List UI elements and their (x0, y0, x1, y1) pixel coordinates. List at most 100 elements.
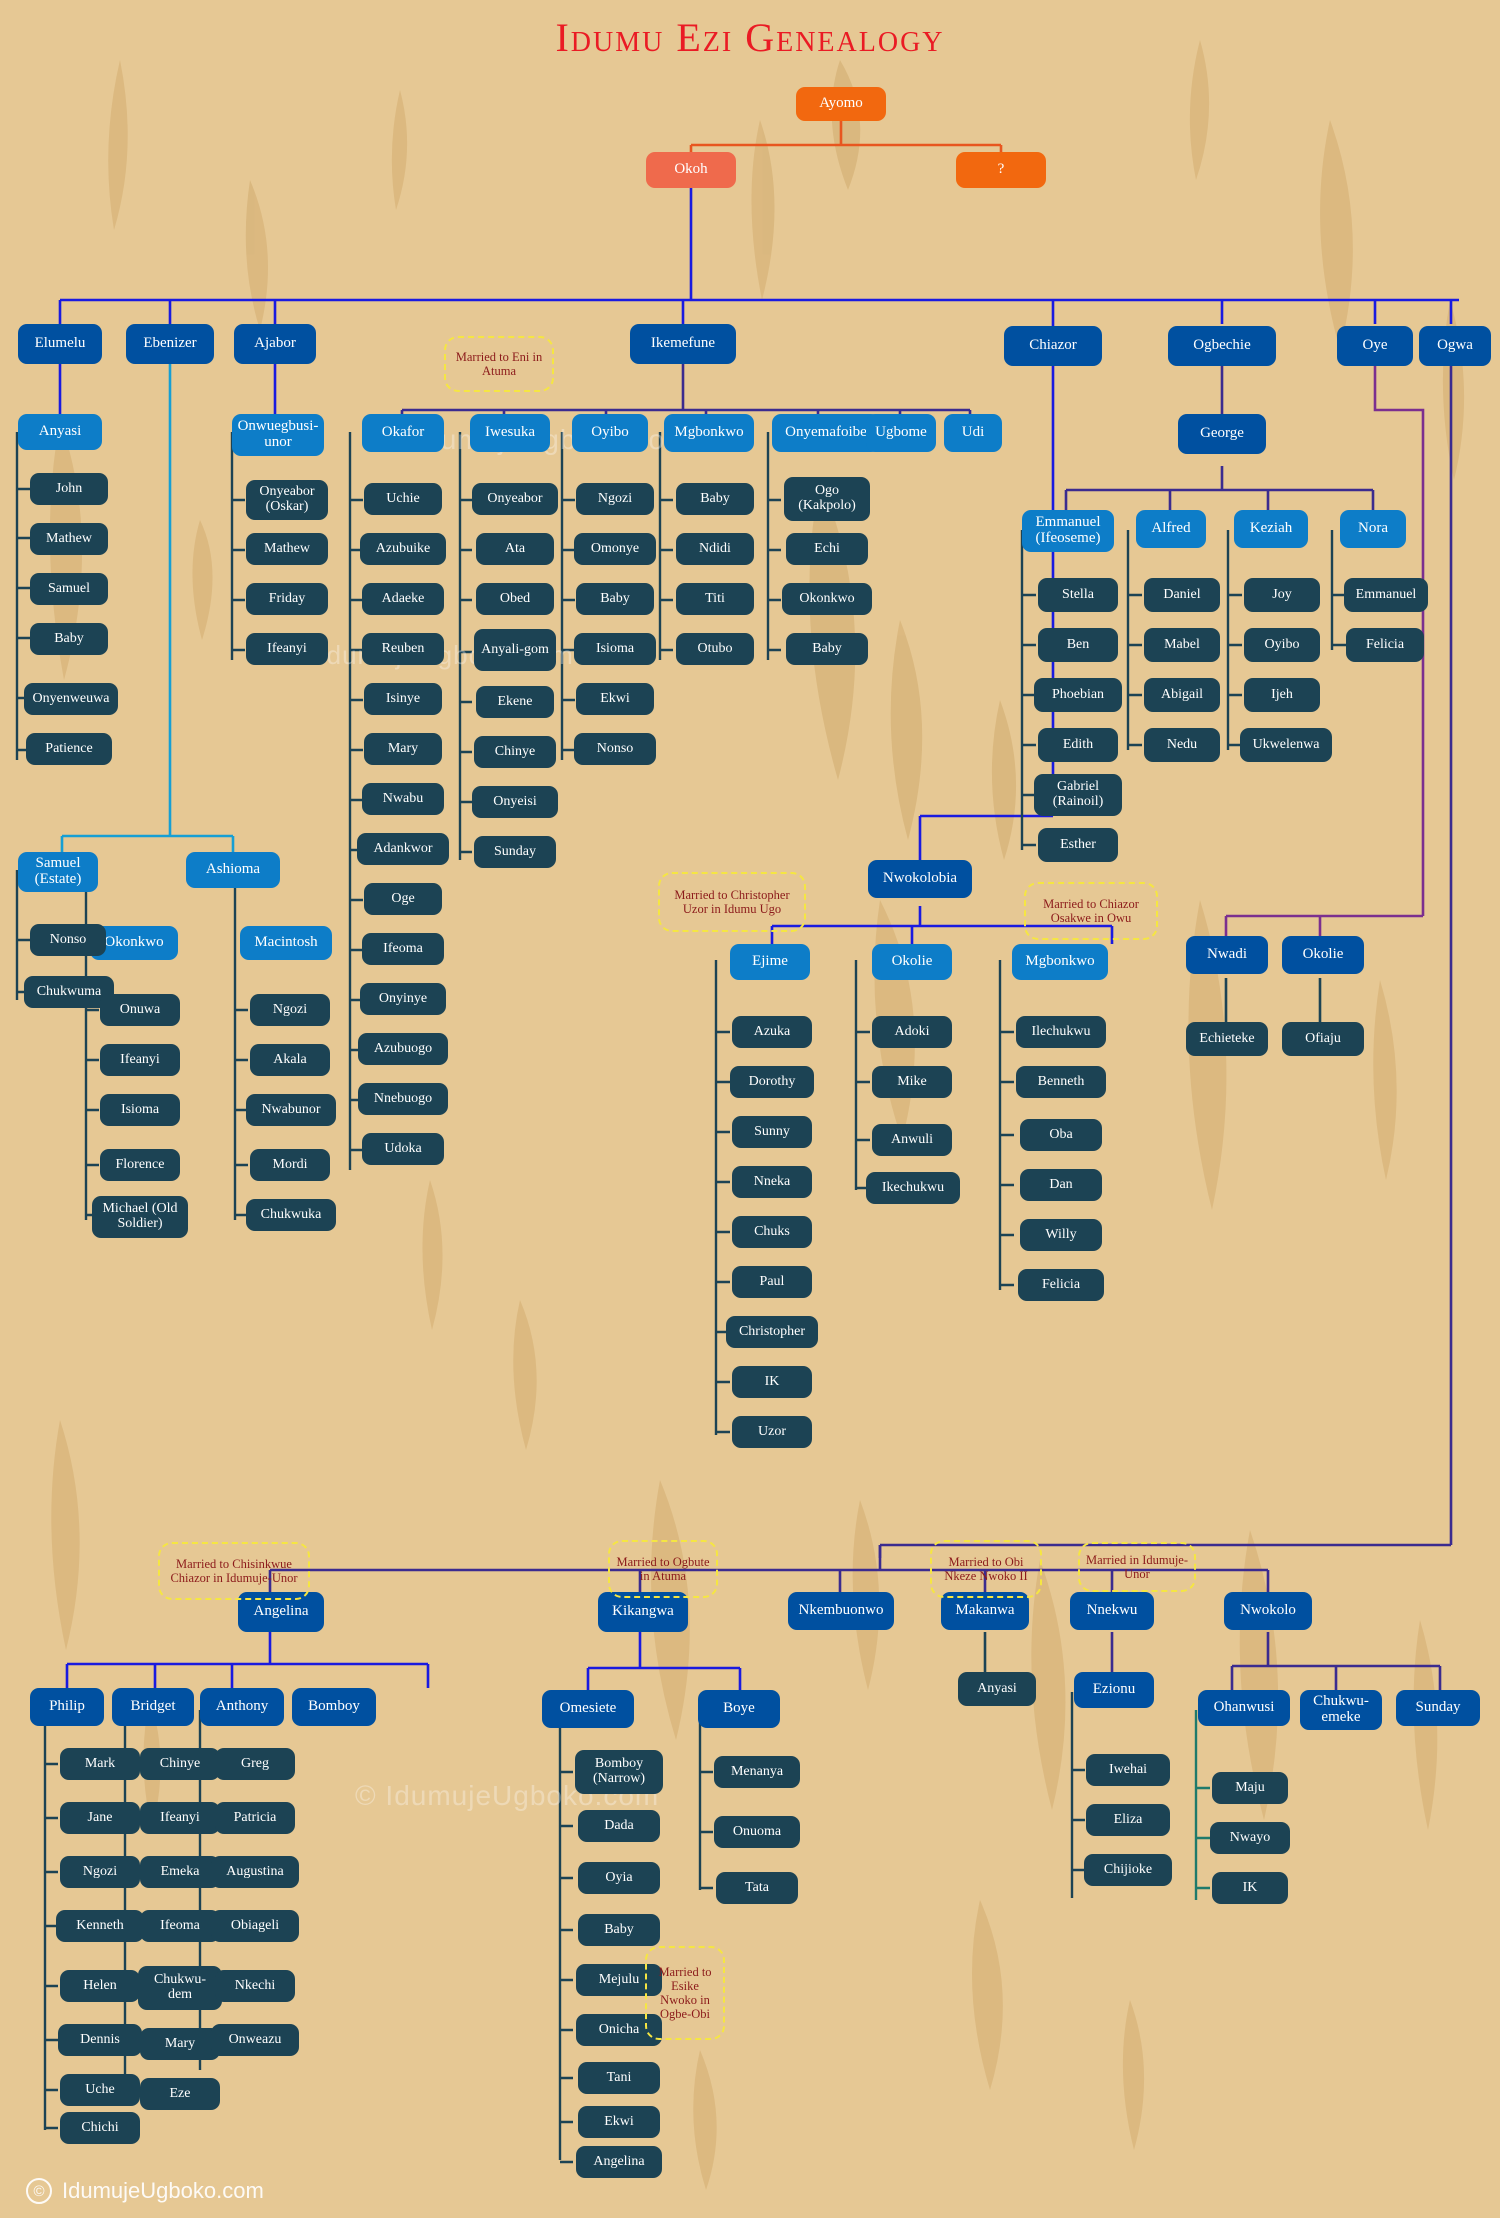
leaf[interactable]: Ifeanyi (246, 633, 328, 665)
leaf[interactable]: Ifeoma (362, 933, 444, 965)
leaf[interactable]: Isioma (100, 1094, 180, 1126)
leaf[interactable]: Felicia (1346, 628, 1424, 662)
leaf[interactable]: Ekwi (576, 683, 654, 715)
leaf[interactable]: Nwayo (1210, 1822, 1290, 1854)
leaf[interactable]: Jane (60, 1802, 140, 1834)
leaf[interactable]: Ijeh (1244, 678, 1320, 712)
leaf[interactable]: Mary (364, 733, 442, 765)
leaf[interactable]: Anwuli (872, 1124, 952, 1156)
leaf[interactable]: Ngozi (250, 994, 330, 1026)
leaf[interactable]: Esther (1038, 828, 1118, 862)
node-ikemefune[interactable]: Ikemefune (630, 324, 736, 364)
node-ayomo[interactable]: Ayomo (796, 87, 886, 121)
leaf[interactable]: Nedu (1144, 728, 1220, 762)
node-ejime[interactable]: Ejime (730, 944, 810, 980)
node-onwuegbusi-unor[interactable]: Onwuegbusi-unor (232, 414, 324, 456)
node-ohanwusi[interactable]: Ohanwusi (1198, 1690, 1290, 1726)
leaf[interactable]: Helen (60, 1970, 140, 2002)
leaf[interactable]: Ndidi (676, 533, 754, 565)
leaf[interactable]: Christopher (726, 1316, 818, 1348)
leaf[interactable]: Ekene (476, 686, 554, 718)
leaf[interactable]: Michael (Old Soldier) (92, 1196, 188, 1238)
node-bridget[interactable]: Bridget (112, 1688, 194, 1726)
leaf[interactable]: Nneka (732, 1166, 812, 1198)
leaf[interactable]: Baby (676, 483, 754, 515)
leaf[interactable]: Nonso (30, 924, 106, 956)
leaf[interactable]: Emmanuel (1344, 578, 1428, 612)
node-chukwuemeke[interactable]: Chukwu-emeke (1300, 1690, 1382, 1730)
leaf[interactable]: Nnebuogo (358, 1083, 448, 1115)
node-ugbome[interactable]: Ugbome (866, 414, 936, 452)
leaf[interactable]: Greg (215, 1748, 295, 1780)
leaf[interactable]: Benneth (1016, 1066, 1106, 1098)
leaf[interactable]: Ifeanyi (100, 1044, 180, 1076)
leaf[interactable]: Stella (1038, 578, 1118, 612)
node-chiazor[interactable]: Chiazor (1004, 326, 1102, 366)
leaf[interactable]: Nwabunor (246, 1094, 336, 1126)
leaf[interactable]: Okonkwo (782, 583, 872, 615)
leaf[interactable]: Nwabu (362, 783, 444, 815)
leaf[interactable]: Onyenweuwa (24, 683, 118, 715)
leaf[interactable]: Azubuogo (358, 1033, 448, 1065)
leaf[interactable]: Patience (26, 733, 112, 765)
node-macintosh[interactable]: Macintosh (240, 926, 332, 960)
leaf[interactable]: Azuka (732, 1016, 812, 1048)
node-unknown[interactable]: ? (956, 152, 1046, 188)
leaf[interactable]: Baby (786, 633, 868, 665)
node-ashioma[interactable]: Ashioma (186, 852, 280, 888)
leaf[interactable]: Anyali-gom (474, 629, 556, 671)
leaf[interactable]: Chinye (140, 1748, 220, 1780)
leaf[interactable]: Edith (1038, 728, 1118, 762)
node-onyemafoibe[interactable]: Onyemafoibe (772, 414, 880, 452)
leaf[interactable]: Ilechukwu (1016, 1016, 1106, 1048)
leaf[interactable]: Udoka (362, 1133, 444, 1165)
node-samuel-estate[interactable]: Samuel (Estate) (18, 852, 98, 892)
leaf[interactable]: Maju (1212, 1772, 1288, 1804)
leaf[interactable]: Joy (1244, 578, 1320, 612)
leaf[interactable]: Adoki (872, 1016, 952, 1048)
leaf[interactable]: Baby (30, 623, 108, 655)
leaf[interactable]: Emeka (140, 1856, 220, 1888)
leaf[interactable]: Isinye (364, 683, 442, 715)
leaf[interactable]: Reuben (362, 633, 444, 665)
leaf[interactable]: Iwehai (1086, 1754, 1170, 1786)
leaf[interactable]: Chukwuka (246, 1199, 336, 1231)
leaf[interactable]: Mordi (250, 1149, 330, 1181)
node-nwokolo[interactable]: Nwokolo (1224, 1592, 1312, 1630)
leaf[interactable]: Onuoma (714, 1816, 800, 1848)
node-okafor[interactable]: Okafor (362, 414, 444, 452)
leaf[interactable]: Oyia (578, 1862, 660, 1894)
leaf[interactable]: Oyibo (1244, 628, 1320, 662)
leaf[interactable]: Obiageli (211, 1910, 299, 1942)
leaf[interactable]: Chukwu-dem (138, 1966, 222, 2010)
node-philip[interactable]: Philip (30, 1688, 104, 1726)
leaf[interactable]: Gabriel (Rainoil) (1034, 774, 1122, 816)
leaf[interactable]: Ifeanyi (140, 1802, 220, 1834)
leaf[interactable]: John (30, 473, 108, 505)
node-alfred[interactable]: Alfred (1136, 510, 1206, 548)
node-ebenizer[interactable]: Ebenizer (126, 324, 214, 364)
leaf[interactable]: Obed (476, 583, 554, 615)
leaf[interactable]: Samuel (30, 573, 108, 605)
node-sunday-nwokolo[interactable]: Sunday (1396, 1690, 1480, 1726)
leaf[interactable]: Chuks (732, 1216, 812, 1248)
leaf[interactable]: Friday (246, 583, 328, 615)
leaf[interactable]: Onyeisi (472, 786, 558, 818)
leaf[interactable]: Paul (732, 1266, 812, 1298)
leaf[interactable]: Otubo (676, 633, 754, 665)
leaf[interactable]: Ngozi (60, 1856, 140, 1888)
leaf[interactable]: Titi (676, 583, 754, 615)
node-bomboy[interactable]: Bomboy (292, 1688, 376, 1726)
leaf[interactable]: Mabel (1144, 628, 1220, 662)
leaf[interactable]: Isioma (574, 633, 656, 665)
leaf[interactable]: Ekwi (578, 2106, 660, 2138)
leaf[interactable]: Daniel (1144, 578, 1220, 612)
leaf[interactable]: Dennis (58, 2024, 142, 2056)
node-anthony[interactable]: Anthony (200, 1688, 284, 1726)
leaf-ofiaju[interactable]: Ofiaju (1282, 1022, 1364, 1056)
leaf[interactable]: Omonye (574, 533, 656, 565)
leaf[interactable]: Mathew (246, 533, 328, 565)
leaf[interactable]: Onweazu (211, 2024, 299, 2056)
leaf[interactable]: Willy (1020, 1219, 1102, 1251)
leaf[interactable]: Ukwelenwa (1240, 728, 1332, 762)
